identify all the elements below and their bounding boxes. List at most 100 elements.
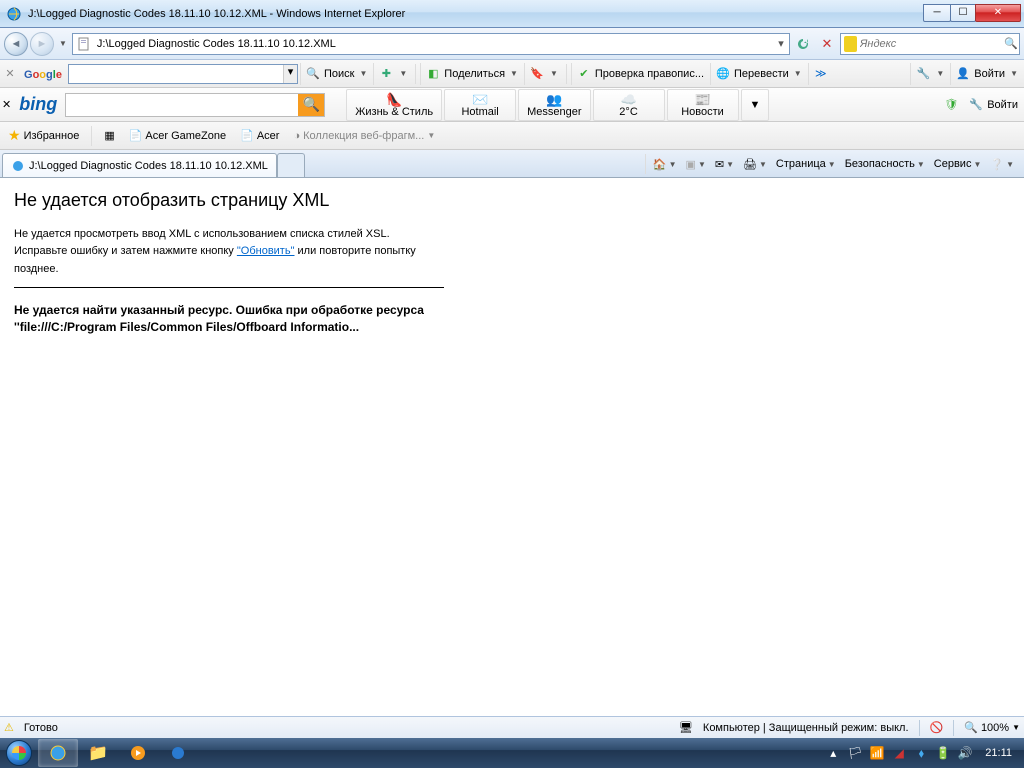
search-box[interactable]: 🔍 [840, 33, 1020, 55]
toolbar-close-icon[interactable]: ✕ [2, 66, 18, 82]
help-button[interactable]: ❔▼ [986, 156, 1018, 173]
minimize-button[interactable]: ─ [923, 4, 951, 22]
tray-network-icon[interactable]: 📶 [869, 745, 885, 761]
yandex-icon [844, 36, 857, 52]
share-icon: ◧ [425, 66, 441, 82]
favorites-button[interactable]: ★Избранное [4, 125, 83, 146]
google-input-dropdown-icon[interactable]: ▾ [283, 65, 297, 83]
nav-dropdown-icon[interactable]: ▼ [56, 39, 70, 48]
fav-webfragments[interactable]: ◑Коллекция веб-фрагм...▼ [289, 128, 439, 144]
bing-search-go-icon[interactable]: 🔍 [298, 94, 324, 116]
stop-button[interactable]: ✕ [816, 33, 838, 55]
google-settings-button[interactable]: 🔧▼ [910, 63, 948, 85]
taskbar-explorer[interactable]: 📁 [78, 739, 118, 767]
tray-battery-icon[interactable]: 🔋 [935, 745, 951, 761]
fav-acer[interactable]: 📄Acer [236, 127, 283, 144]
bing-search-input[interactable] [66, 94, 298, 116]
feeds-button[interactable]: ▣▼ [682, 156, 710, 173]
google-bookmark-button[interactable]: 🔖▼ [524, 63, 562, 85]
bing-tile-hotmail[interactable]: ✉️Hotmail [444, 89, 516, 121]
maximize-button[interactable]: ☐ [950, 4, 976, 22]
address-input[interactable] [95, 35, 773, 53]
toolbar-close-icon[interactable]: ✕ [2, 98, 11, 111]
bing-tile-messenger[interactable]: 👥Messenger [518, 89, 590, 121]
bookmark-icon: 🔖 [529, 66, 545, 82]
bing-logo[interactable]: bing [11, 94, 65, 115]
google-logo[interactable]: Google [20, 65, 66, 83]
favorites-bar: ★Избранное ▦ 📄Acer GameZone 📄Acer ◑Колле… [0, 122, 1024, 150]
tools-menu[interactable]: Сервис▼ [930, 156, 986, 172]
google-spellcheck-button[interactable]: ✔Проверка правопис... [571, 63, 708, 85]
page-icon: 📄 [240, 129, 254, 142]
search-icon: 🔍 [305, 66, 321, 82]
taskbar-app[interactable] [158, 739, 198, 767]
messenger-icon: 👥 [546, 92, 562, 106]
warning-icon[interactable]: ⚠ [4, 721, 14, 734]
bing-tile-weather[interactable]: ☁️2°C [593, 89, 665, 121]
spellcheck-icon: ✔ [576, 66, 592, 82]
google-plus-button[interactable]: ✚▼ [373, 63, 411, 85]
mail-icon: ✉️ [472, 92, 488, 106]
bing-login-button[interactable]: 🔧Войти [964, 94, 1022, 116]
ie-icon [6, 6, 22, 22]
search-go-icon[interactable]: 🔍 [1003, 37, 1019, 50]
google-search-button[interactable]: 🔍Поиск▼ [300, 63, 371, 85]
home-button[interactable]: 🏠▼ [649, 156, 681, 173]
address-dropdown-icon[interactable]: ▾ [773, 37, 789, 50]
search-input[interactable] [860, 38, 1003, 50]
back-button[interactable]: ◄ [4, 32, 28, 56]
translate-icon: 🌐 [715, 66, 731, 82]
tray-flag-icon[interactable]: 🏳 [847, 745, 863, 761]
close-button[interactable]: ✕ [975, 4, 1021, 22]
google-more-button[interactable]: ≫ [808, 63, 833, 85]
google-login-button[interactable]: 👤Войти▼ [950, 63, 1022, 85]
google-share-button[interactable]: ◧Поделиться▼ [420, 63, 522, 85]
shield-icon[interactable]: 🛡 [938, 98, 964, 111]
google-translate-button[interactable]: 🌐Перевести▼ [710, 63, 806, 85]
tray-bt-icon[interactable]: ⬧ [913, 745, 929, 761]
page-content: Не удается отобразить страницу XML Не уд… [0, 178, 1024, 708]
page-menu[interactable]: Страница▼ [772, 156, 840, 172]
suggested-sites-button[interactable]: ▦ [100, 127, 118, 144]
error-detail: Не удается найти указанный ресурс. Ошибк… [14, 302, 474, 336]
separator [91, 126, 92, 146]
tray-clock[interactable]: 21:11 [979, 747, 1018, 759]
separator [415, 64, 416, 84]
taskbar-wmp[interactable] [118, 739, 158, 767]
zoom-control[interactable]: 🔍100%▼ [964, 721, 1020, 734]
error-heading: Не удается отобразить страницу XML [14, 190, 1010, 211]
forward-button[interactable]: ► [30, 32, 54, 56]
privacy-icon[interactable]: 🚫 [930, 721, 944, 734]
refresh-button[interactable] [792, 33, 814, 55]
print-icon: 🖨 [743, 158, 757, 171]
bing-tile-life[interactable]: 👠Жизнь & Стиль [346, 89, 442, 121]
new-tab-button[interactable] [277, 153, 305, 177]
tab-active[interactable]: J:\Logged Diagnostic Codes 18.11.10 10.1… [2, 153, 277, 177]
print-button[interactable]: 🖨▼ [739, 156, 771, 173]
address-bar[interactable]: ▾ [72, 33, 790, 55]
tray-up-icon[interactable]: ▴ [825, 745, 841, 761]
computer-icon: 🖥 [679, 721, 693, 734]
fav-acer-gamezone[interactable]: 📄Acer GameZone [125, 127, 230, 144]
home-icon: 🏠 [653, 158, 667, 171]
tray-volume-icon[interactable]: 🔊 [957, 745, 973, 761]
bing-tile-news[interactable]: 📰Новости [667, 89, 739, 121]
divider [14, 287, 444, 288]
separator [919, 720, 920, 736]
tray-av-icon[interactable]: ◢ [891, 745, 907, 761]
status-text: Готово [24, 722, 58, 734]
chevron-right-icon: ≫ [813, 66, 829, 82]
bing-tile-more[interactable]: ▼ [741, 89, 770, 121]
google-search-input[interactable] [69, 65, 283, 83]
google-search-box[interactable]: ▾ [68, 64, 298, 84]
refresh-link[interactable]: "Обновить" [237, 245, 295, 257]
command-bar: 🏠▼ ▣▼ ✉▼ 🖨▼ Страница▼ Безопасность▼ Серв… [643, 151, 1022, 177]
security-menu[interactable]: Безопасность▼ [841, 156, 929, 172]
plus-icon: ✚ [378, 66, 394, 82]
sites-icon: ▦ [104, 129, 114, 142]
taskbar-ie[interactable] [38, 739, 78, 767]
mail-button[interactable]: ✉▼ [711, 156, 738, 173]
windows-orb-icon [6, 740, 32, 766]
start-button[interactable] [0, 738, 38, 768]
bing-search-box[interactable]: 🔍 [65, 93, 325, 117]
